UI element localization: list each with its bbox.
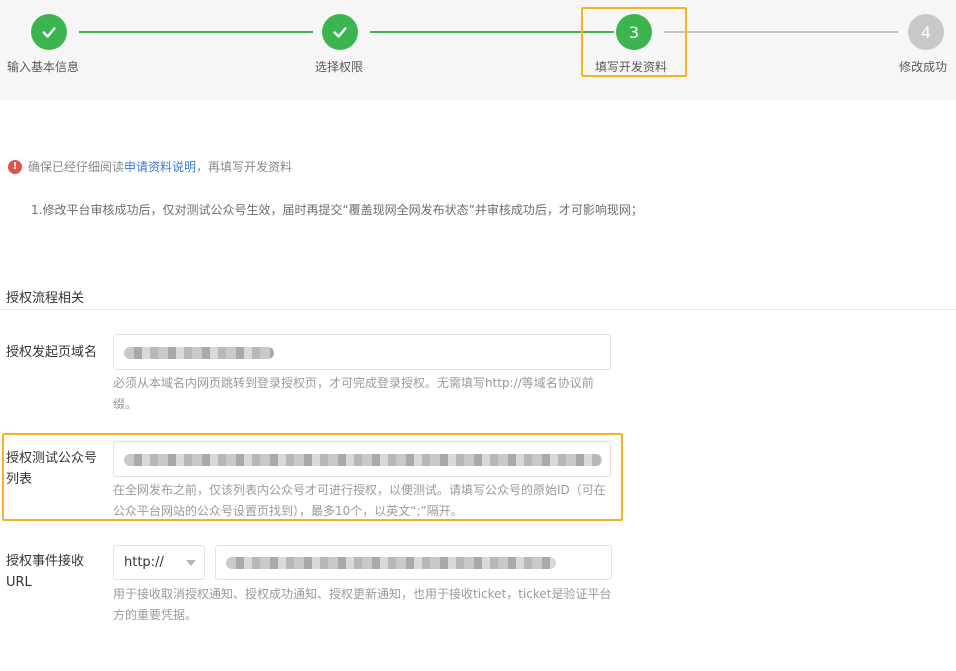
- step-1-check-icon: [31, 14, 67, 50]
- redacted-value: [124, 347, 274, 359]
- protocol-value: http://: [124, 555, 164, 570]
- redacted-value: [226, 557, 556, 569]
- step-1-label: 输入基本信息: [7, 60, 80, 74]
- section-title: 授权流程相关: [6, 291, 85, 306]
- step-3-highlight: [581, 7, 687, 77]
- event-url-label: 授权事件接收URL: [6, 554, 85, 590]
- section-divider: [0, 309, 956, 310]
- step-2-check-icon: [322, 14, 358, 50]
- rule-text: 1.修改平台审核成功后，仅对测试公众号生效，届时再提交“覆盖现网全网发布状态”并…: [31, 203, 643, 217]
- step-4-label: 修改成功: [899, 60, 948, 74]
- step-connector-3: [664, 31, 898, 33]
- step-connector-1: [79, 31, 313, 33]
- progress-stepper: 3 4 输入基本信息 选择权限 填写开发资料 修改成功: [0, 0, 956, 100]
- chevron-down-icon: [186, 560, 196, 566]
- step-4-number: 4: [908, 14, 944, 50]
- auth-domain-label: 授权发起页域名: [6, 345, 98, 360]
- notice-prefix: 确保已经仔细阅读: [28, 160, 125, 174]
- notice-banner: ! 确保已经仔细阅读 申请资料说明 ，再填写开发资料: [8, 158, 292, 175]
- auth-domain-input[interactable]: [113, 334, 611, 370]
- protocol-select[interactable]: http://: [113, 545, 205, 580]
- step-2-label: 选择权限: [315, 60, 364, 74]
- event-url-help: 用于接收取消授权通知、授权成功通知、授权更新通知，也用于接收ticket，tic…: [113, 587, 612, 622]
- auth-domain-help: 必须从本域名内网页跳转到登录授权页，才可完成登录授权。无需填写http://等域…: [113, 376, 594, 411]
- warning-icon: !: [8, 159, 22, 174]
- event-url-input[interactable]: [215, 545, 612, 580]
- application-guide-link[interactable]: 申请资料说明: [124, 158, 196, 175]
- step-connector-2: [370, 31, 614, 33]
- notice-suffix: ，再填写开发资料: [196, 160, 293, 174]
- test-accounts-highlight: [2, 433, 623, 521]
